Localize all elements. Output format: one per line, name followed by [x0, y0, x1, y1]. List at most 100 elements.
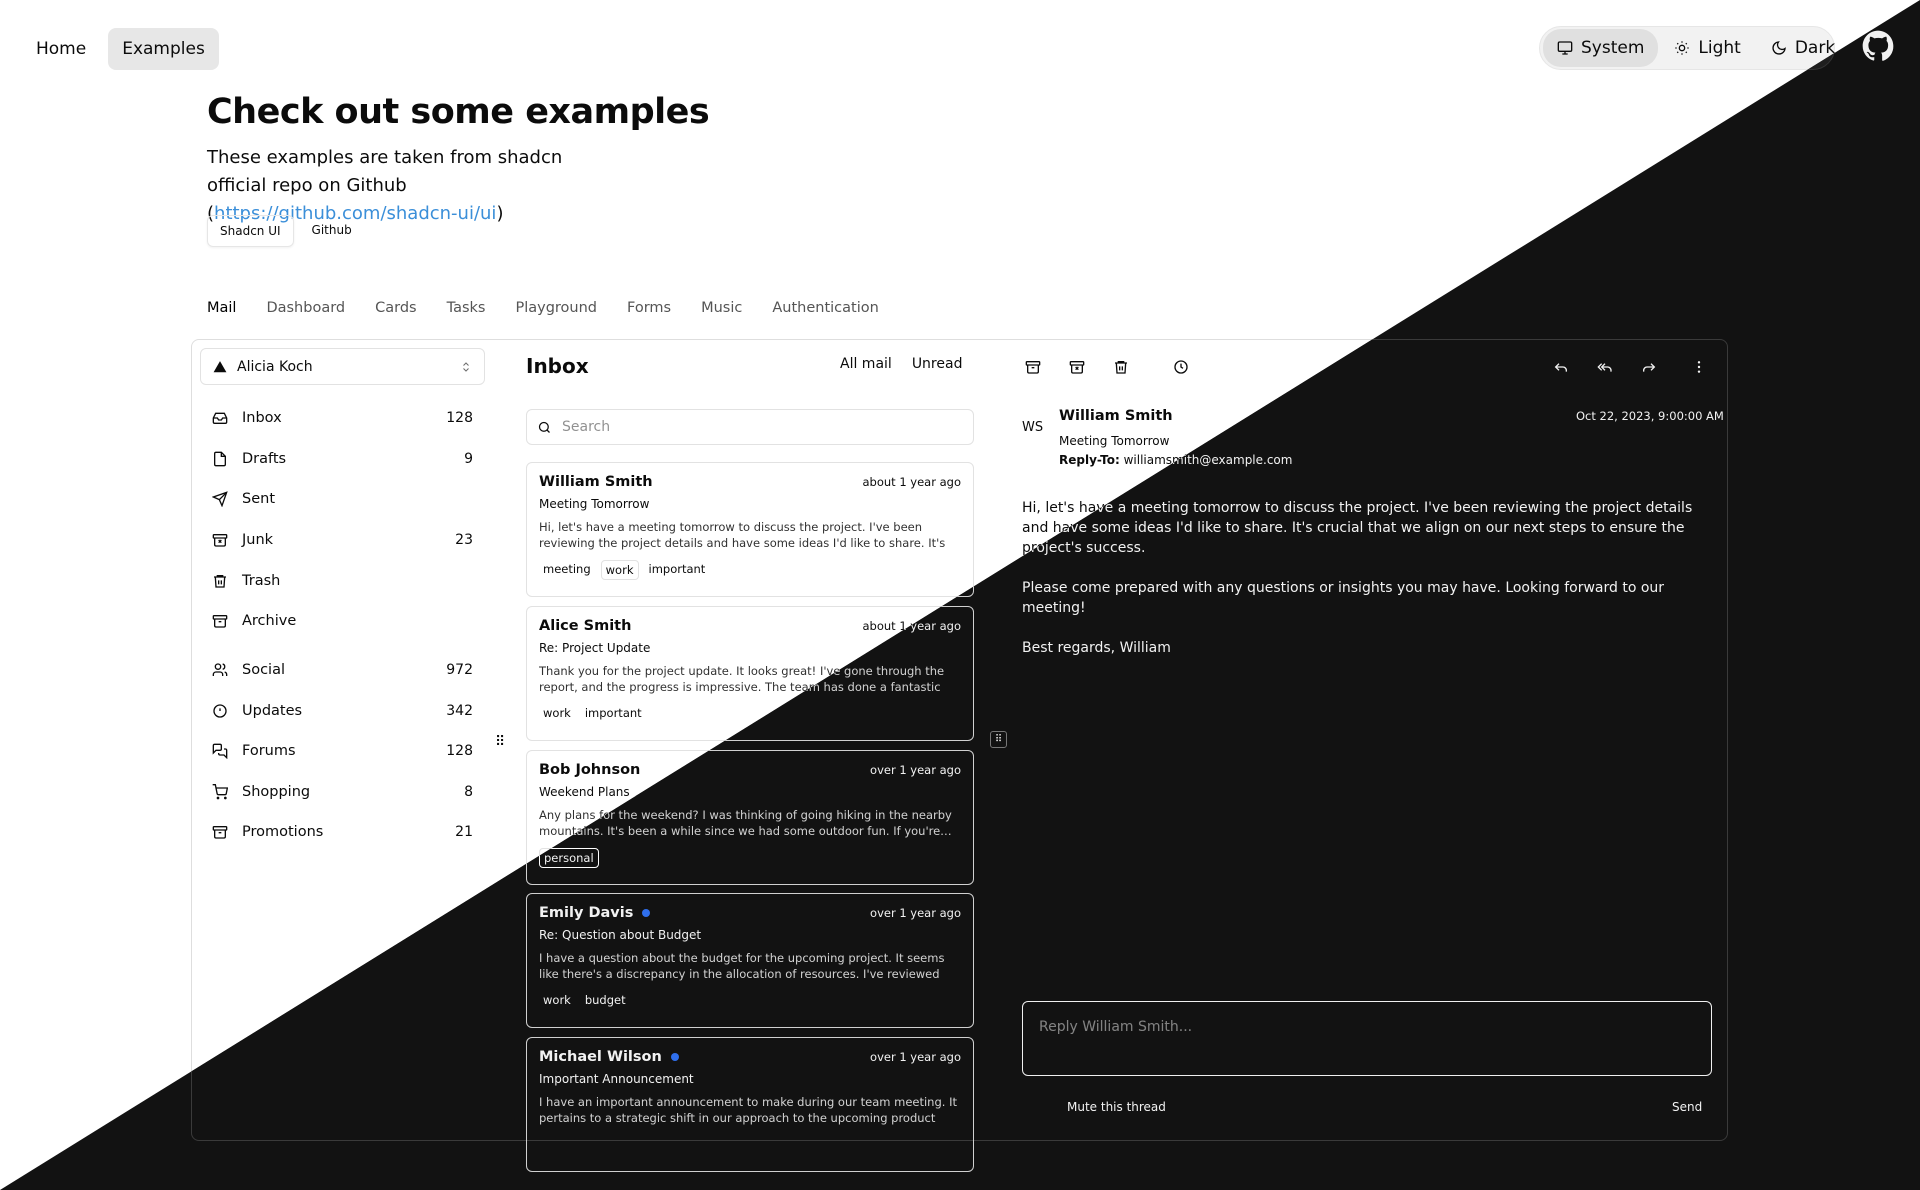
archive-x-icon [1069, 361, 1085, 374]
trash-icon [1115, 361, 1127, 374]
sidebar-item-label: Trash [242, 572, 281, 589]
mail-time: over 1 year ago [870, 1050, 961, 1064]
theme-light-button[interactable]: Light [1660, 29, 1754, 67]
mail-tag: budget [584, 993, 626, 1007]
search-input[interactable]: Search [526, 409, 974, 445]
sidebar-item-count: 972 [446, 662, 473, 679]
mail-nav-secondary: Social 972 Updates 342 Forums 128 Shopping 8 Pro… [200, 650, 485, 853]
mail-tag: work [600, 560, 639, 580]
users-icon [212, 663, 228, 677]
github-button[interactable]: Github [300, 215, 364, 247]
sidebar-item-updates[interactable]: Updates 342 [200, 691, 485, 732]
tab-music[interactable]: Music [701, 300, 742, 316]
mail-body-paragraph: Best regards, William [1022, 640, 1171, 656]
more-vertical-icon [1697, 361, 1701, 373]
filter-unread[interactable]: Unread [912, 356, 963, 372]
tab-authentication[interactable]: Authentication [772, 300, 878, 316]
snooze-button[interactable] [1170, 356, 1192, 378]
sidebar-item-trash[interactable]: Trash [200, 560, 485, 601]
sun-icon [1675, 41, 1690, 55]
file-icon [214, 451, 226, 467]
reply-placeholder: Reply William Smith... [1039, 1019, 1193, 1035]
sidebar-item-archive[interactable]: Archive [200, 601, 485, 642]
tab-playground[interactable]: Playground [515, 300, 597, 316]
sidebar-item-sent[interactable]: Sent [200, 479, 485, 520]
nav-home-link[interactable]: Home [22, 28, 100, 70]
tab-forms[interactable]: Forms [627, 300, 671, 316]
theme-dark-label: Dark [1794, 38, 1836, 58]
sidebar-item-junk[interactable]: Junk 23 [200, 520, 485, 561]
unread-indicator [670, 1053, 679, 1061]
sidebar-item-social[interactable]: Social 972 [200, 650, 485, 691]
mail-tag: meeting [543, 562, 591, 576]
nav-examples-link[interactable]: Examples [108, 28, 219, 70]
mail-subject: Important Announcement [539, 1072, 694, 1086]
mail-body: Hi, let's have a meeting tomorrow to dis… [1022, 498, 1712, 678]
mail-nav-primary: Inbox 128 Drafts 9 Sent Junk 23 Trash Archive [200, 398, 485, 642]
mail-subject: Meeting Tomorrow [1059, 434, 1170, 448]
tab-cards[interactable]: Cards [375, 300, 416, 316]
more-button[interactable] [1688, 356, 1710, 378]
archive-button[interactable] [1022, 356, 1044, 378]
filter-all-mail[interactable]: All mail [840, 356, 892, 372]
archive-icon [1025, 361, 1041, 374]
send-icon [212, 491, 228, 508]
cart-icon [212, 783, 228, 800]
mail-list-item[interactable]: Emily Davis over 1 year ago Re: Question a… [526, 893, 974, 1028]
sidebar-item-shopping[interactable]: Shopping 8 [200, 772, 485, 813]
tab-dashboard[interactable]: Dashboard [266, 300, 345, 316]
mail-preview: I have an important announcement to make… [539, 1095, 957, 1125]
mail-list-item[interactable]: William Smith about 1 year ago Meeting Tom… [526, 462, 974, 597]
sidebar-item-inbox[interactable]: Inbox 128 [200, 398, 485, 439]
mail-subject: Meeting Tomorrow [539, 497, 650, 511]
sidebar-item-count: 21 [455, 824, 473, 841]
sender-name: William Smith [1059, 408, 1173, 424]
forward-button[interactable] [1638, 356, 1660, 378]
sidebar-item-drafts[interactable]: Drafts 9 [200, 439, 485, 480]
sidebar-item-count: 128 [446, 743, 473, 760]
sidebar-item-label: Junk [242, 532, 274, 549]
hero-links: Shadcn UI Github [207, 215, 364, 247]
sidebar-item-count: 342 [446, 702, 473, 719]
theme-system-button[interactable]: System [1543, 29, 1659, 67]
mail-tag: work [543, 993, 571, 1007]
sidebar-item-count: 23 [455, 532, 473, 549]
sidebar-item-label: Inbox [242, 410, 282, 427]
search-icon [538, 421, 550, 433]
tab-tasks[interactable]: Tasks [447, 300, 486, 316]
junk-button[interactable] [1066, 356, 1088, 378]
tab-mail[interactable]: Mail [207, 300, 236, 316]
trash-button[interactable] [1110, 356, 1132, 378]
reply-all-button[interactable] [1594, 356, 1616, 378]
mail-body-paragraph: Hi, let's have a meeting tomorrow to dis… [1022, 500, 1693, 556]
account-switcher[interactable]: Alicia Koch [200, 348, 485, 385]
send-button[interactable]: Send [1672, 1100, 1702, 1114]
resize-handle-left[interactable]: ⠿ [495, 734, 505, 750]
mail-tags: personal [539, 848, 961, 868]
page-title: Check out some examples [207, 92, 710, 132]
inbox-title: Inbox [526, 354, 589, 378]
monitor-icon [1557, 41, 1573, 55]
mail-list-item[interactable]: Michael Wilson over 1 year ago Important A… [526, 1037, 974, 1172]
triangle-logo-icon [213, 360, 227, 372]
sidebar-item-count: 128 [446, 410, 473, 427]
reply-all-icon [1597, 363, 1612, 372]
theme-switcher: System Light Dark [1539, 26, 1835, 70]
moon-icon [1772, 41, 1786, 55]
archive-icon [212, 615, 228, 628]
sidebar-item-promotions[interactable]: Promotions 21 [200, 812, 485, 853]
github-icon[interactable] [1862, 30, 1894, 62]
mail-date: Oct 22, 2023, 9:00:00 AM [1576, 409, 1724, 423]
sidebar-item-label: Social [242, 662, 285, 679]
shadcn-ui-button[interactable]: Shadcn UI [207, 215, 294, 247]
reply-textarea[interactable]: Reply William Smith... [1022, 1001, 1712, 1076]
mail-preview: I have a question about the budget for t… [539, 951, 945, 981]
inbox-filter-tabs: All mail Unread [840, 356, 962, 372]
mail-tags: work budget [539, 991, 961, 1009]
sidebar-item-count: 8 [464, 783, 473, 800]
mute-thread-toggle[interactable]: Mute this thread [1067, 1100, 1166, 1114]
sidebar-item-forums[interactable]: Forums 128 [200, 731, 485, 772]
resize-handle-right[interactable]: ⠿ [990, 731, 1007, 748]
mail-time: about 1 year ago [862, 475, 961, 489]
reply-button[interactable] [1550, 356, 1572, 378]
